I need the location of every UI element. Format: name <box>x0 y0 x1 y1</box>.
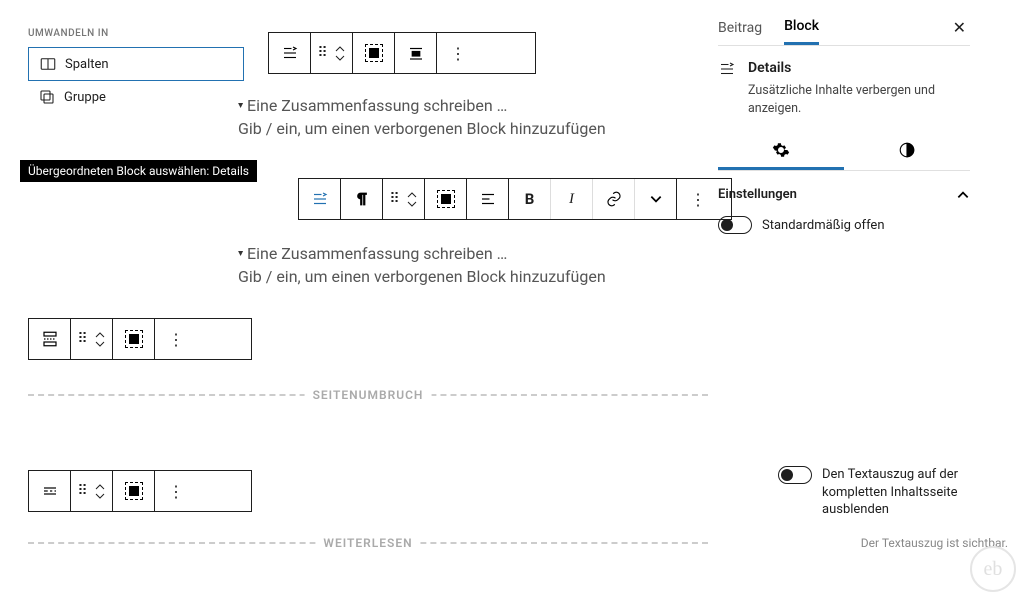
select-icon <box>365 44 383 62</box>
select-icon <box>125 330 143 348</box>
details-block-1: Eine Zusammenfassung schreiben … Gib / e… <box>238 96 668 138</box>
read-more-label: WEITERLESEN <box>315 536 420 550</box>
drag-handle[interactable] <box>383 179 425 219</box>
move-up-down[interactable] <box>94 331 106 348</box>
more-options-button[interactable] <box>155 319 197 359</box>
select-all-button[interactable] <box>425 179 467 219</box>
group-icon <box>38 88 56 106</box>
select-all-button[interactable] <box>353 33 395 73</box>
block-toolbar-more <box>28 470 252 512</box>
more-options-button[interactable] <box>437 33 479 73</box>
transform-menu: Spalten <box>28 47 244 81</box>
kebab-icon <box>168 330 184 349</box>
more-options-button[interactable] <box>155 471 197 511</box>
italic-icon: I <box>569 191 574 208</box>
settings-section-header[interactable]: Einstellungen <box>718 181 970 208</box>
tab-post[interactable]: Beitrag <box>718 12 762 44</box>
columns-icon <box>39 55 57 73</box>
transform-item-label: Gruppe <box>64 90 106 105</box>
close-sidebar-button[interactable]: ✕ <box>953 18 970 37</box>
open-by-default-row: Standardmäßig offen <box>718 208 970 242</box>
styles-icon <box>898 141 916 159</box>
sidebar-tabs: Beitrag Block ✕ <box>718 10 970 46</box>
summary-placeholder[interactable]: Eine Zusammenfassung schreiben … <box>238 96 668 115</box>
select-icon <box>437 190 455 208</box>
select-icon <box>125 482 143 500</box>
block-type-button[interactable] <box>29 319 71 359</box>
hide-excerpt-toggle[interactable] <box>778 466 812 484</box>
transform-item-gruppe[interactable]: Gruppe <box>28 81 244 113</box>
hide-excerpt-row: Den Textauszug auf der kompletten Inhalt… <box>778 466 1008 519</box>
drag-icon <box>389 191 399 207</box>
chevron-up-icon <box>956 188 970 202</box>
subtab-styles[interactable] <box>844 133 970 170</box>
subtab-settings[interactable] <box>718 133 844 170</box>
transform-item-spalten[interactable]: Spalten <box>29 48 243 80</box>
block-toolbar-details <box>268 32 536 74</box>
page-break-separator[interactable]: SEITENUMBRUCH <box>28 394 708 396</box>
block-toolbar-pagebreak <box>28 318 252 360</box>
details-block-2: Eine Zusammenfassung schreiben … Gib / e… <box>238 244 668 286</box>
link-button[interactable] <box>593 179 635 219</box>
drag-icon <box>77 331 87 347</box>
select-all-button[interactable] <box>113 319 155 359</box>
drag-handle[interactable] <box>71 319 113 359</box>
sidebar-subtabs <box>718 133 970 171</box>
summary-placeholder[interactable]: Eine Zusammenfassung schreiben … <box>238 244 668 263</box>
move-up-down[interactable] <box>406 191 418 208</box>
slash-hint[interactable]: Gib / ein, um einen verborgenen Block hi… <box>238 267 668 286</box>
select-all-button[interactable] <box>113 471 155 511</box>
read-more-separator[interactable]: WEITERLESEN <box>28 542 708 544</box>
open-by-default-label: Standardmäßig offen <box>762 218 885 233</box>
page-break-label: SEITENUMBRUCH <box>305 388 432 402</box>
details-block-icon <box>718 60 736 78</box>
block-toolbar-paragraph: B I <box>298 178 732 220</box>
drag-icon <box>317 45 327 61</box>
slash-hint[interactable]: Gib / ein, um einen verborgenen Block hi… <box>238 119 668 138</box>
move-up-down[interactable] <box>334 45 346 62</box>
block-type-button[interactable] <box>29 471 71 511</box>
parent-select-button[interactable] <box>299 179 341 219</box>
block-name: Details <box>748 60 791 76</box>
align-button[interactable] <box>395 33 437 73</box>
kebab-icon <box>450 44 466 63</box>
text-align-button[interactable] <box>467 179 509 219</box>
more-format-button[interactable] <box>635 179 677 219</box>
transform-item-label: Spalten <box>65 57 109 72</box>
italic-button[interactable]: I <box>551 179 593 219</box>
watermark: eb <box>970 546 1016 592</box>
gear-icon <box>772 141 790 159</box>
block-description: Zusätzliche Inhalte verbergen und anzeig… <box>748 82 970 117</box>
tab-block[interactable]: Block <box>784 10 819 45</box>
block-info: Details <box>718 60 970 78</box>
parent-block-tooltip: Übergeordneten Block auswählen: Details <box>20 160 257 182</box>
hide-excerpt-label: Den Textauszug auf der kompletten Inhalt… <box>822 466 1008 519</box>
drag-handle[interactable] <box>311 33 353 73</box>
block-type-button[interactable] <box>269 33 311 73</box>
block-type-paragraph-button[interactable] <box>341 179 383 219</box>
open-by-default-toggle[interactable] <box>718 216 752 234</box>
drag-icon <box>77 483 87 499</box>
kebab-icon <box>168 482 184 501</box>
bold-icon: B <box>525 190 535 208</box>
move-up-down[interactable] <box>94 483 106 500</box>
bold-button[interactable]: B <box>509 179 551 219</box>
drag-handle[interactable] <box>71 471 113 511</box>
